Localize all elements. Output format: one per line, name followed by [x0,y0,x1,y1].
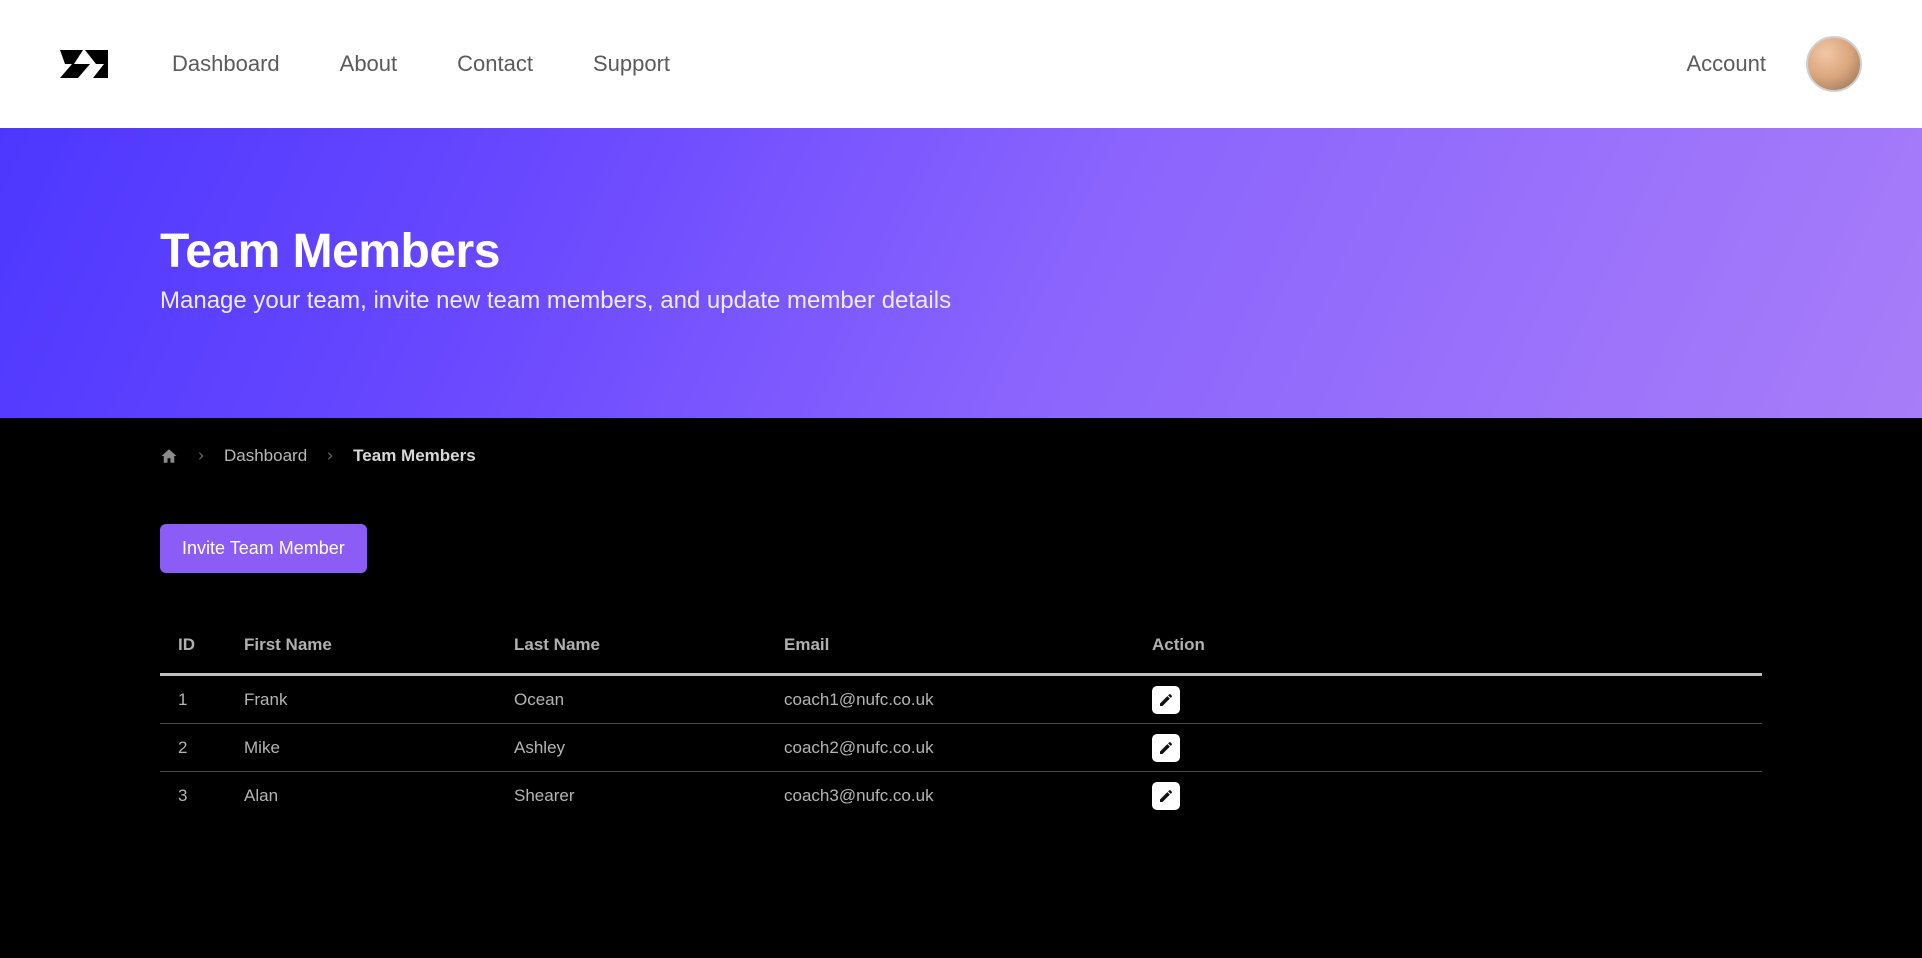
page-subtitle: Manage your team, invite new team member… [160,287,1762,315]
cell-email: coach2@nufc.co.uk [784,738,1152,758]
table-header-email: Email [784,635,1152,655]
nav-support[interactable]: Support [593,51,670,77]
table-header-action: Action [1152,635,1762,655]
table-header-row: ID First Name Last Name Email Action [160,635,1762,676]
team-members-table: ID First Name Last Name Email Action 1Fr… [160,635,1762,820]
edit-button[interactable] [1152,734,1180,762]
cell-action [1152,734,1762,762]
avatar[interactable] [1806,36,1862,92]
nav-dashboard[interactable]: Dashboard [172,51,280,77]
cell-email: coach3@nufc.co.uk [784,786,1152,806]
top-navigation: Dashboard About Contact Support Account [0,0,1922,128]
nav-about[interactable]: About [340,51,398,77]
cell-email: coach1@nufc.co.uk [784,690,1152,710]
breadcrumb-current: Team Members [353,446,476,466]
nav-contact[interactable]: Contact [457,51,533,77]
cell-id: 2 [160,738,244,758]
table-row: 2MikeAshleycoach2@nufc.co.uk [160,724,1762,772]
cell-last-name: Ashley [514,738,784,758]
cell-last-name: Shearer [514,786,784,806]
nav-right: Account [1687,36,1863,92]
table-row: 3AlanShearercoach3@nufc.co.uk [160,772,1762,820]
table-header-last-name: Last Name [514,635,784,655]
nav-links: Dashboard About Contact Support [172,51,670,77]
cell-id: 3 [160,786,244,806]
chevron-right-icon [196,451,206,461]
content-area: Dashboard Team Members Invite Team Membe… [0,418,1922,860]
page-title: Team Members [160,224,1762,279]
table-row: 1FrankOceancoach1@nufc.co.uk [160,676,1762,724]
cell-action [1152,782,1762,810]
hero-banner: Team Members Manage your team, invite ne… [0,128,1922,418]
breadcrumb: Dashboard Team Members [160,446,1762,466]
account-link[interactable]: Account [1687,51,1767,77]
edit-button[interactable] [1152,782,1180,810]
cell-first-name: Mike [244,738,514,758]
logo[interactable] [60,50,108,78]
cell-first-name: Frank [244,690,514,710]
breadcrumb-dashboard[interactable]: Dashboard [224,446,307,466]
table-header-id: ID [160,635,244,655]
edit-button[interactable] [1152,686,1180,714]
cell-id: 1 [160,690,244,710]
cell-last-name: Ocean [514,690,784,710]
chevron-right-icon [325,451,335,461]
cell-action [1152,686,1762,714]
table-header-first-name: First Name [244,635,514,655]
invite-team-member-button[interactable]: Invite Team Member [160,524,367,573]
cell-first-name: Alan [244,786,514,806]
home-icon[interactable] [160,447,178,465]
